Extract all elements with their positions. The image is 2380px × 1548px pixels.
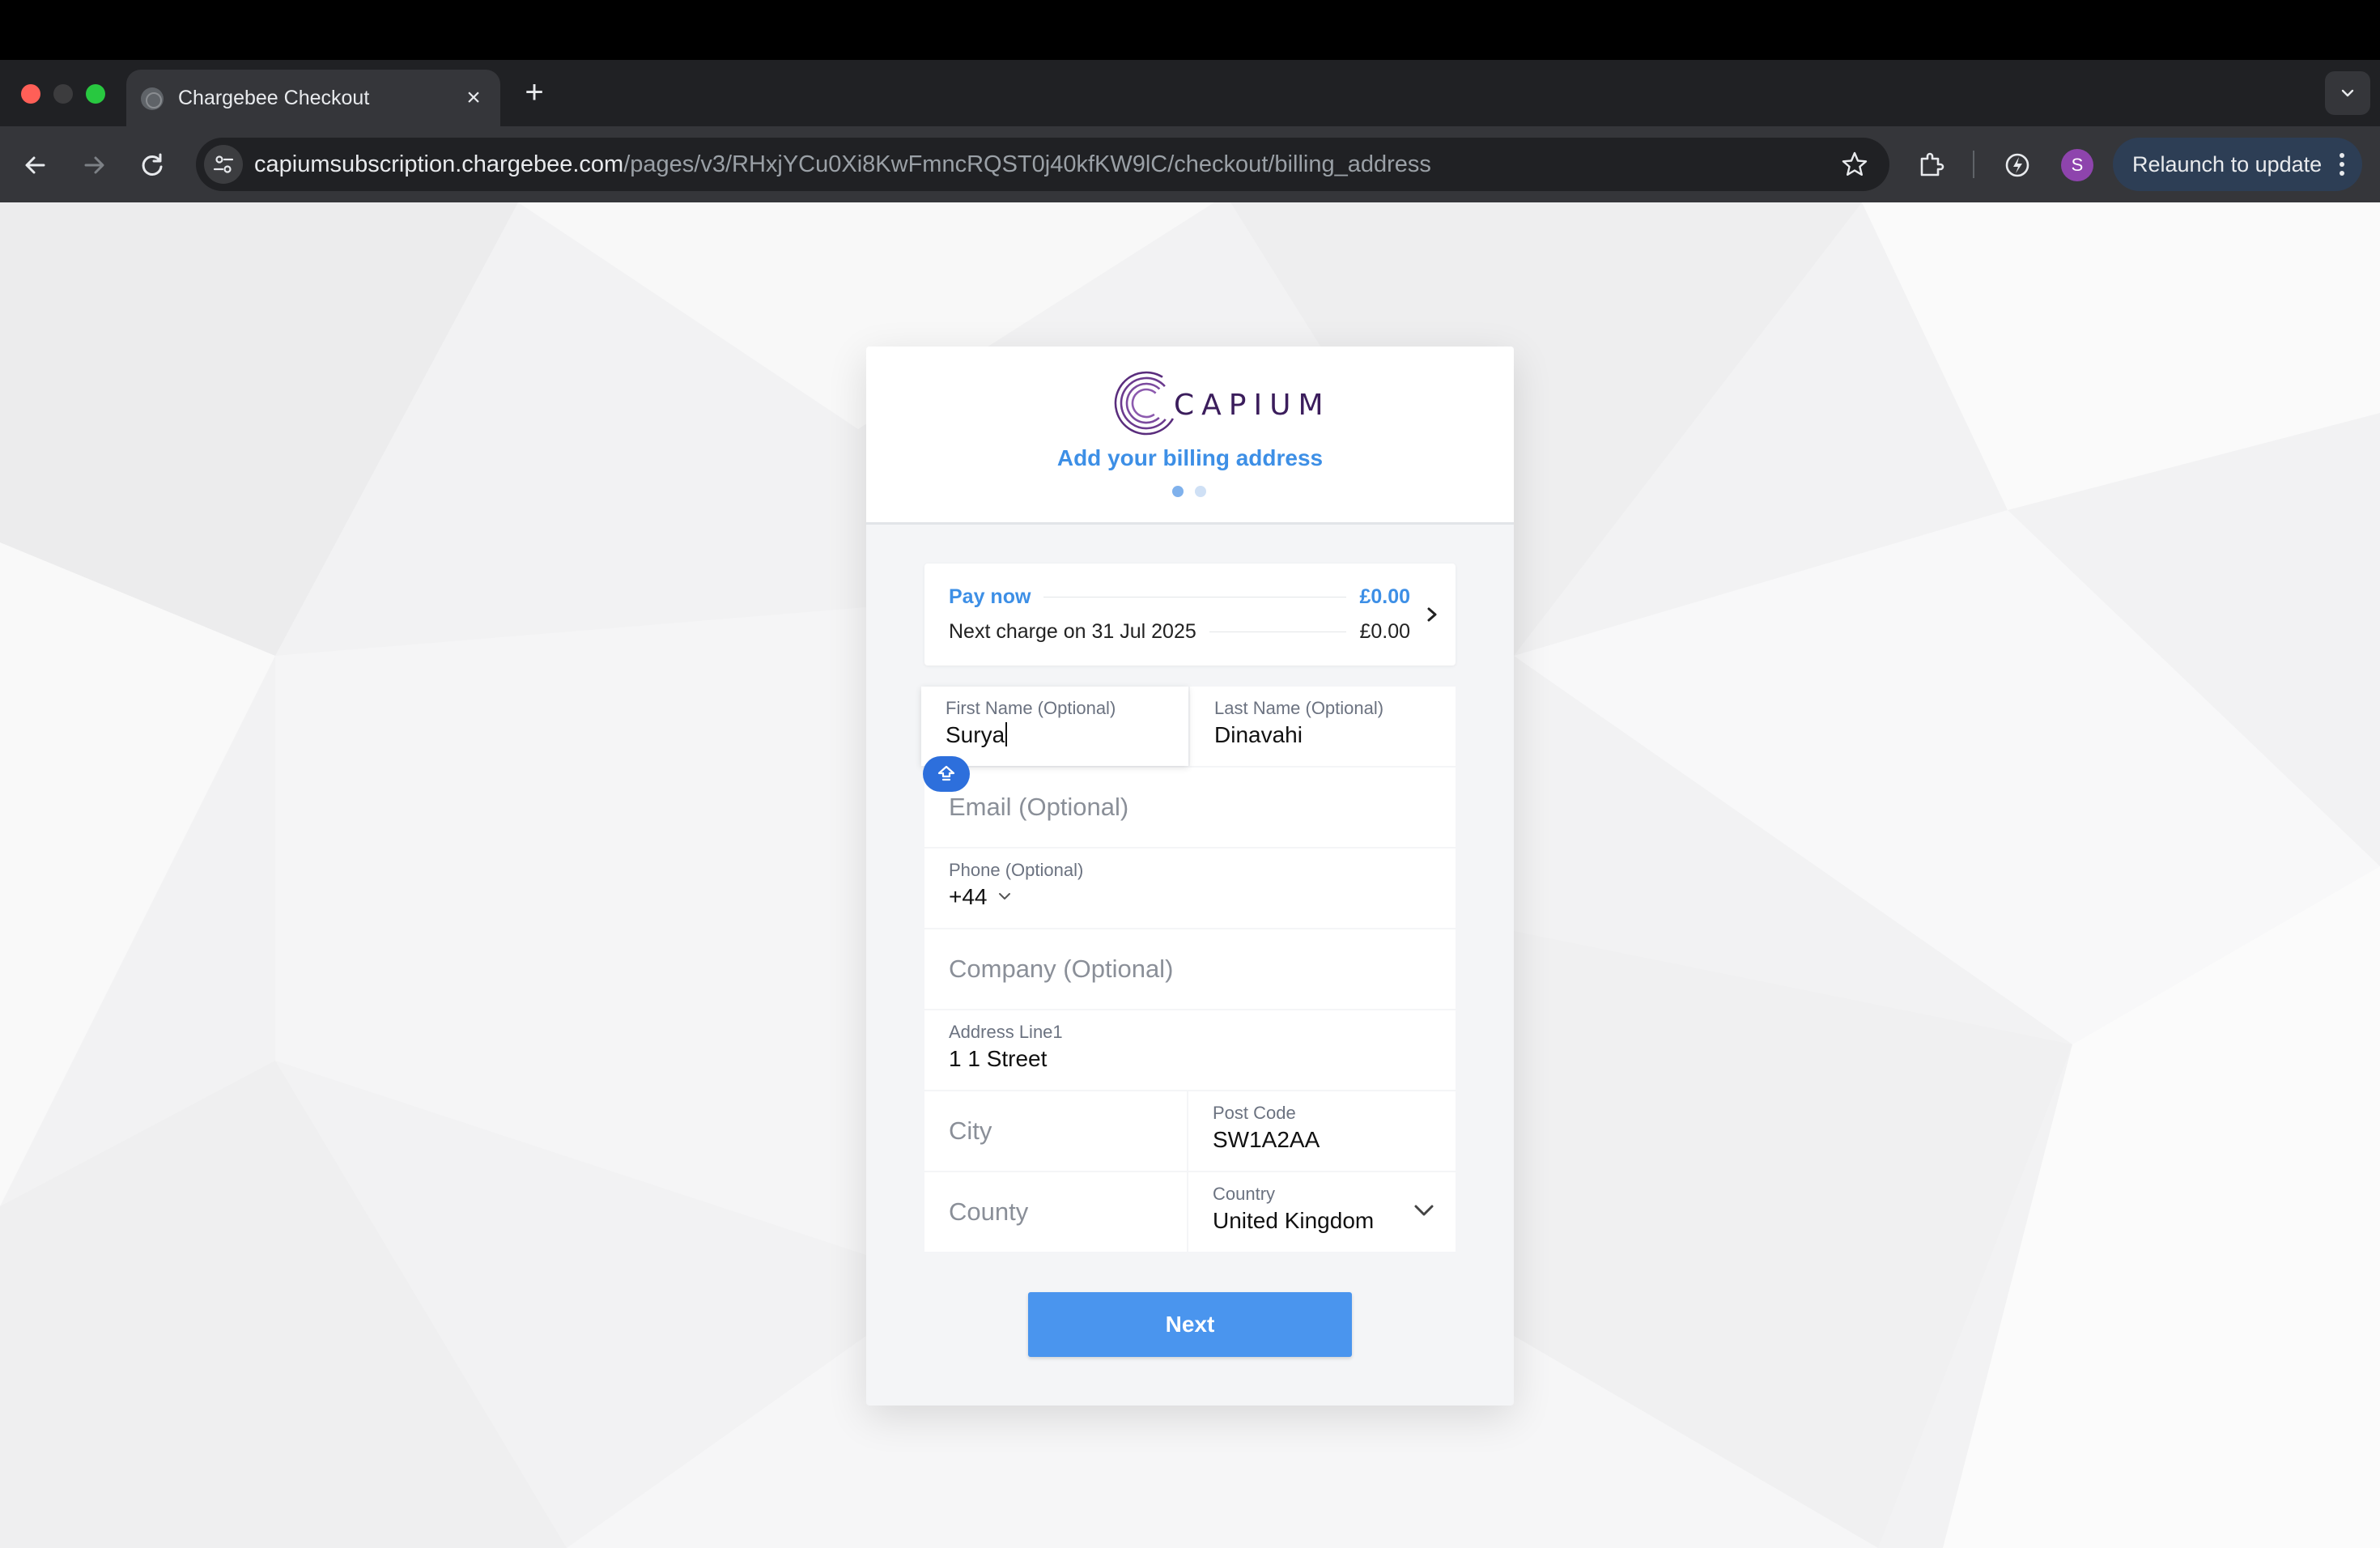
phone-field[interactable]: Phone (Optional) +44: [924, 848, 1456, 928]
relaunch-label: Relaunch to update: [2132, 152, 2323, 176]
forward-arrow-icon: [84, 156, 104, 174]
company-field[interactable]: Company (Optional): [924, 929, 1456, 1009]
extensions-icon[interactable]: [1915, 149, 1948, 181]
next-charge-row: Next charge on 31 Jul 2025 £0.00: [949, 618, 1410, 645]
minimize-window-button[interactable]: [53, 84, 73, 104]
step-indicator-next: [1195, 486, 1206, 497]
reload-icon: [142, 153, 163, 176]
step-indicator-current: [1172, 486, 1184, 497]
url-host: capiumsubscription.chargebee.com: [254, 151, 624, 177]
country-select[interactable]: United Kingdom: [1213, 1208, 1374, 1234]
address-line1-field[interactable]: Address Line1 1 1 Street: [924, 1010, 1456, 1090]
post-code-input[interactable]: SW1A2AA: [1213, 1127, 1320, 1153]
pay-now-row: Pay now £0.00: [949, 583, 1410, 610]
close-window-button[interactable]: [21, 84, 40, 104]
last-name-label: Last Name (Optional): [1214, 698, 1384, 718]
address-bar[interactable]: capiumsubscription.chargebee.com/pages/v…: [196, 138, 1889, 191]
post-code-field[interactable]: Post Code SW1A2AA: [1188, 1091, 1456, 1171]
profile-avatar[interactable]: S: [2061, 149, 2093, 181]
first-name-label: First Name (Optional): [946, 698, 1116, 718]
chevron-down-icon: [998, 893, 1010, 899]
pay-now-amount: £0.00: [1346, 583, 1410, 610]
globe-icon: [141, 87, 164, 110]
first-name-value: Surya: [946, 722, 1005, 747]
next-charge-amount: £0.00: [1346, 618, 1410, 645]
password-manager-icon: [937, 765, 955, 781]
address-line1-label: Address Line1: [949, 1022, 1063, 1042]
chevron-right-icon[interactable]: [1423, 603, 1441, 626]
forward-button[interactable]: [76, 147, 112, 183]
first-name-input[interactable]: Surya: [946, 722, 1008, 748]
pay-now-label: Pay now: [949, 583, 1044, 610]
capium-logo-mark: [1114, 371, 1179, 436]
maximize-window-button[interactable]: [86, 84, 105, 104]
bookmark-star-icon[interactable]: [1841, 151, 1868, 178]
phone-country-code: +44: [949, 884, 988, 909]
tab-search-button[interactable]: [2325, 71, 2370, 115]
tab-close-icon[interactable]: ×: [458, 83, 489, 113]
back-arrow-icon: [25, 156, 45, 174]
post-code-label: Post Code: [1213, 1103, 1296, 1123]
address-line1-input[interactable]: 1 1 Street: [949, 1046, 1047, 1072]
site-settings-button[interactable]: [204, 145, 243, 184]
email-field[interactable]: Email (Optional): [924, 768, 1456, 847]
last-name-field[interactable]: Last Name (Optional) Dinavahi: [1190, 687, 1456, 766]
chevron-down-icon[interactable]: [1413, 1203, 1434, 1218]
next-button[interactable]: Next: [1028, 1292, 1352, 1357]
site-settings-icon: [213, 155, 234, 173]
country-field[interactable]: Country United Kingdom: [1188, 1172, 1456, 1252]
city-field[interactable]: City: [924, 1091, 1187, 1171]
last-name-input[interactable]: Dinavahi: [1214, 722, 1303, 748]
phone-label: Phone (Optional): [949, 860, 1084, 880]
relaunch-to-update-button[interactable]: Relaunch to update: [2113, 138, 2362, 191]
brand-name: CAPIUM: [1174, 389, 1331, 422]
reload-button[interactable]: [134, 147, 170, 183]
tab-chargebee-checkout[interactable]: Chargebee Checkout ×: [126, 70, 500, 126]
county-input[interactable]: County: [949, 1172, 1028, 1252]
password-manager-button[interactable]: [923, 756, 970, 792]
back-button[interactable]: [18, 147, 53, 183]
chevron-down-icon: [2341, 89, 2354, 97]
toolbar-divider: [1973, 151, 1974, 178]
url-path: /pages/v3/RHxjYCu0Xi8KwFmncRQST0j40kfKW9…: [623, 151, 1431, 177]
first-name-field[interactable]: First Name (Optional) Surya: [921, 687, 1188, 766]
next-charge-label: Next charge on 31 Jul 2025: [949, 618, 1209, 645]
phone-country-code-select[interactable]: +44: [949, 884, 1012, 910]
page-title: Add your billing address: [1056, 445, 1324, 470]
performance-icon[interactable]: [2001, 149, 2034, 181]
menu-bar-area: [0, 0, 2380, 60]
text-caret: [1005, 722, 1008, 746]
order-summary[interactable]: Pay now £0.00 Next charge on 31 Jul 2025…: [924, 563, 1456, 666]
new-tab-button[interactable]: +: [518, 76, 550, 108]
checkout-card: CAPIUM Add your billing address Pay now …: [866, 347, 1514, 1406]
tab-title: Chargebee Checkout: [178, 87, 370, 109]
company-input[interactable]: Company (Optional): [949, 929, 1173, 1009]
capium-logo: CAPIUM: [1114, 369, 1324, 437]
county-field[interactable]: County: [924, 1172, 1187, 1252]
card-header: CAPIUM Add your billing address: [866, 347, 1514, 525]
url-text: capiumsubscription.chargebee.com/pages/v…: [254, 138, 1431, 191]
email-input[interactable]: Email (Optional): [949, 768, 1128, 847]
country-label: Country: [1213, 1184, 1276, 1204]
city-input[interactable]: City: [949, 1091, 992, 1171]
more-menu-icon: [2340, 153, 2344, 176]
